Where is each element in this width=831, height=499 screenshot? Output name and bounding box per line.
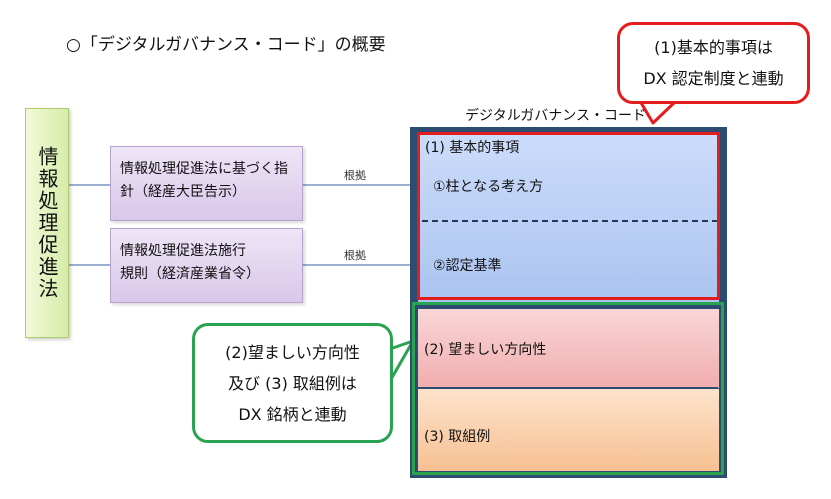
dx-certification-callout: (1)基本的事項は DX 認定制度と連動 [617,22,810,104]
dx-stock-callout: (2)望ましい方向性 及び (3) 取組例は DX 銘柄と連動 [192,323,393,443]
law-label: 情報処理促進法 [35,146,59,300]
basic-label: (1) 基本的事項 [425,140,520,156]
direction-highlight-frame [412,302,724,475]
code-title: デジタルガバナンス・コード [465,108,647,124]
rules-box: 情報処理促進法施行 規則（経済産業省令） [110,228,303,303]
green-callout-line2: 及び (3) 取組例は [228,373,357,393]
red-callout-line1: (1)基本的事項は [654,38,773,57]
pillar-label: ①柱となる考え方 [433,179,544,195]
examples-label: (3) 取組例 [424,429,491,445]
basis-label-1: 根拠 [344,169,366,182]
guideline-line2: 針（経産大臣告示） [120,184,246,200]
rules-line1: 情報処理促進法施行 [120,243,246,259]
direction-label: (2) 望ましい方向性 [424,342,547,358]
criteria-label: ②認定基準 [433,258,502,274]
law-box: 情報処理促進法 [25,108,69,338]
rules-line2: 規則（経済産業省令） [120,266,260,282]
green-callout-line1: (2)望ましい方向性 [225,342,360,362]
green-callout-line3: DX 銘柄と連動 [238,404,347,424]
guideline-line1: 情報処理促進法に基づく指 [120,161,288,177]
basis-label-2: 根拠 [344,249,366,262]
red-callout-line2: DX 認定制度と連動 [643,69,784,88]
guideline-box: 情報処理促進法に基づく指 針（経産大臣告示） [110,146,303,221]
